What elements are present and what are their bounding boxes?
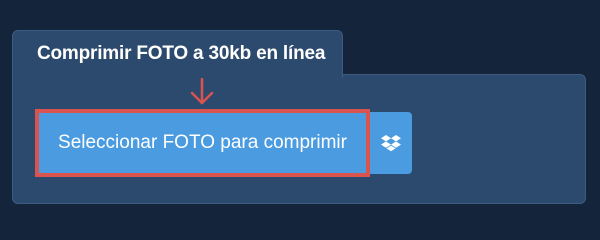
dropbox-button[interactable] <box>370 112 412 174</box>
panel-title: Comprimir FOTO a 30kb en línea <box>37 43 326 64</box>
select-photo-button[interactable]: Seleccionar FOTO para comprimir <box>35 109 370 177</box>
arrow-down-icon <box>190 78 214 105</box>
select-photo-label: Seleccionar FOTO para comprimir <box>58 132 347 153</box>
upload-widget: Comprimir FOTO a 30kb en línea Seleccion… <box>0 0 600 230</box>
dropbox-icon <box>381 135 401 152</box>
panel-tab: Comprimir FOTO a 30kb en línea <box>12 30 343 78</box>
